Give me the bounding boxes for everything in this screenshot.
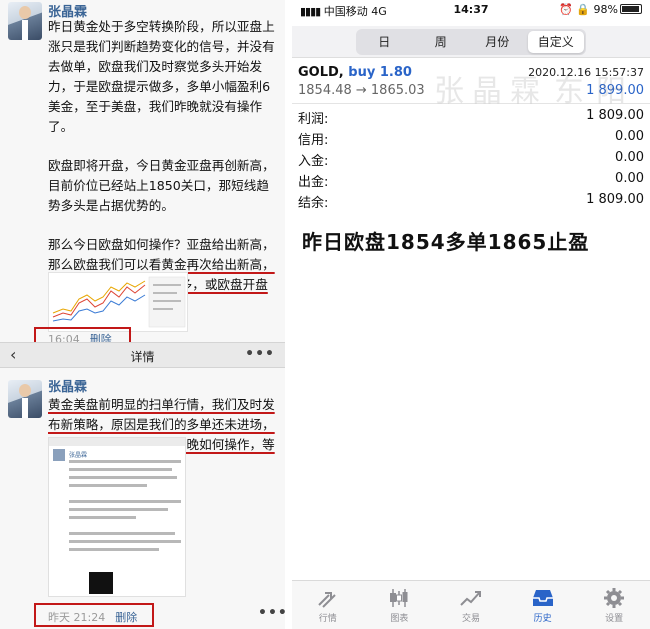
nav-title: 详情 — [130, 350, 155, 364]
tab-trade[interactable]: 交易 — [435, 581, 507, 629]
watermark-char: 霖 — [510, 74, 540, 109]
tab-quotes[interactable]: 行情 — [292, 581, 364, 629]
more-options-icon[interactable]: ••• — [258, 605, 288, 621]
watermark-char: 张 — [434, 74, 464, 109]
period-selector-bar: 日 周 月份 自定义 — [292, 26, 650, 58]
author-avatar[interactable] — [8, 2, 42, 40]
row-value: 0.00 — [615, 150, 644, 165]
tab-settings[interactable]: 设置 — [578, 581, 650, 629]
tab-label: 行情 — [318, 614, 337, 624]
row-value: 1 809.00 — [586, 192, 644, 207]
wechat-panel: 张晶霖 昨日黄金处于多空转换阶段，所以亚盘上涨只是我们判断趋势变化的信号，并没有… — [0, 0, 288, 629]
trade-prices: 1854.48 → 1865.03 — [298, 83, 425, 98]
embedded-post-screenshot[interactable]: 张晶霖 — [48, 437, 186, 597]
symbol-text: GOLD, — [298, 65, 344, 80]
trade-side: buy 1.80 — [348, 65, 412, 80]
summary-row-deposit: 入金: 0.00 — [292, 148, 650, 169]
chart-thumbnail[interactable] — [48, 272, 188, 332]
tab-label: 设置 — [605, 614, 624, 624]
moment-post-1: 张晶霖 昨日黄金处于多空转换阶段，所以亚盘上涨只是我们判断趋势变化的信号，并没有… — [0, 0, 285, 349]
summary-row-credit: 信用: 0.00 — [292, 127, 650, 148]
candlestick-icon — [390, 589, 408, 607]
p3-intro: 那么今日欧盘如何操作？亚盘给出新高， — [48, 237, 275, 252]
watermark-char: 东 — [554, 74, 584, 109]
watermark-char: 晶 — [472, 74, 502, 109]
segment-month[interactable]: 月份 — [469, 29, 526, 55]
watermark-char: 阳 — [596, 74, 626, 109]
status-right: ⏰ 🔒 98% — [559, 3, 642, 16]
summary-row-profit: 利润: 1 809.00 — [292, 106, 650, 127]
row-label: 入金: — [298, 154, 329, 169]
row-value: 1 809.00 — [586, 108, 644, 123]
alarm-icon: ⏰ — [559, 3, 573, 16]
quotes-arrows-icon — [318, 592, 336, 608]
trend-line-icon — [460, 591, 481, 606]
embedded-author: 张晶霖 — [69, 452, 88, 459]
tab-label: 历史 — [533, 614, 552, 624]
author-name[interactable]: 张晶霖 — [48, 376, 87, 395]
segment-custom[interactable]: 自定义 — [527, 31, 584, 53]
post-paragraph-1: 昨日黄金处于多空转换阶段，所以亚盘上涨只是我们判断趋势变化的信号，并没有去做单，… — [48, 19, 275, 134]
detail-navbar: ‹ 详情 ••• — [0, 342, 285, 368]
segment-day[interactable]: 日 — [356, 29, 413, 55]
trade-symbol: GOLD, buy 1.80 — [298, 65, 412, 80]
status-bar: ▮▮▮▮ 中国移动 4G 14:37 ⏰ 🔒 98% — [292, 0, 650, 20]
row-value: 0.00 — [615, 129, 644, 144]
more-options-icon[interactable]: ••• — [245, 346, 275, 362]
summary-rows: 利润: 1 809.00 信用: 0.00 入金: 0.00 出金: 0.00 结余: 1… — [292, 106, 650, 211]
tab-label: 图表 — [390, 614, 409, 624]
segment-week[interactable]: 周 — [413, 29, 470, 55]
row-label: 信用: — [298, 133, 329, 148]
red-highlight-box — [34, 603, 154, 627]
trade-datetime: 2020.12.16 15:57:37 — [528, 66, 644, 79]
row-value: 0.00 — [615, 171, 644, 186]
author-avatar[interactable] — [8, 380, 42, 418]
row-label: 利润: — [298, 112, 329, 127]
inbox-tray-icon — [532, 590, 553, 606]
lock-icon: 🔒 — [576, 3, 591, 16]
tab-label: 交易 — [461, 614, 480, 624]
post-paragraph-2: 欧盘即将开盘，今日黄金亚盘再创新高，目前价位已经站上1850关口，那短线趋势多头… — [48, 158, 275, 213]
bottom-tab-bar: 行情 图表 交易 历史 设置 — [292, 580, 650, 629]
tab-history[interactable]: 历史 — [507, 581, 579, 629]
gear-icon — [604, 588, 625, 608]
tab-chart[interactable]: 图表 — [364, 581, 436, 629]
summary-row-balance: 结余: 1 809.00 — [292, 190, 650, 211]
row-label: 结余: — [298, 196, 329, 211]
row-label: 出金: — [298, 175, 329, 190]
battery-percent: 98% — [593, 3, 618, 16]
trading-app-panel: ▮▮▮▮ 中国移动 4G 14:37 ⏰ 🔒 98% 日 周 月份 自定义 GO… — [292, 0, 650, 629]
summary-row-withdrawal: 出金: 0.00 — [292, 169, 650, 190]
annotation-note: 昨日欧盘1854多单1865止盈 — [302, 230, 590, 254]
period-segmented-control: 日 周 月份 自定义 — [356, 29, 586, 55]
battery-icon — [620, 4, 642, 14]
